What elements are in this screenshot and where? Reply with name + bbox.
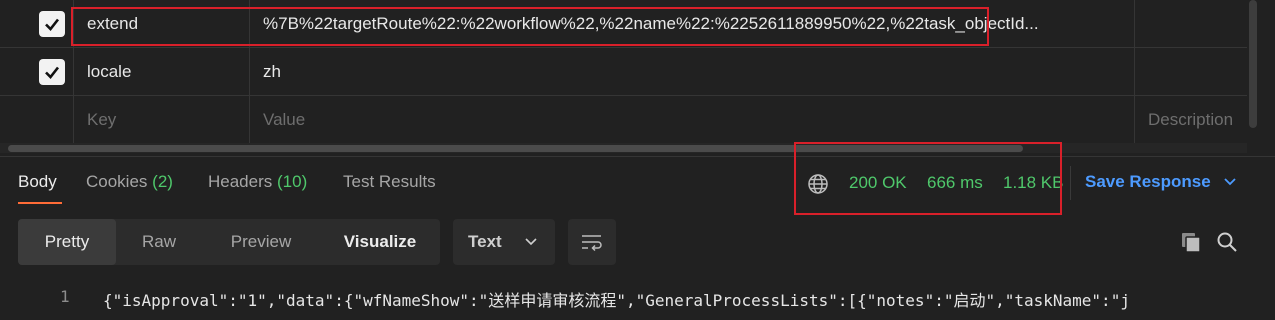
param-key[interactable]: extend (74, 0, 250, 47)
format-select[interactable]: Text (453, 219, 555, 265)
search-icon[interactable] (1214, 229, 1240, 255)
checkbox-cell (0, 96, 74, 144)
view-pretty[interactable]: Pretty (18, 219, 116, 265)
checkmark-icon (45, 66, 60, 79)
save-response-label: Save Response (1085, 172, 1211, 191)
param-value[interactable]: zh (250, 48, 1135, 95)
view-visualize[interactable]: Visualize (320, 219, 440, 265)
copy-icon[interactable] (1178, 229, 1204, 255)
tab-label: Body (18, 172, 57, 191)
tab-count: (2) (152, 172, 173, 191)
checkbox-cell (0, 0, 74, 47)
code-line-text[interactable]: {"isApproval":"1","data":{"wfNameShow":"… (103, 287, 1130, 311)
chevron-down-icon (525, 238, 537, 246)
tab-label: Test Results (343, 172, 436, 191)
param-row-extend: extend %7B%22targetRoute%22:%22workflow%… (0, 0, 1247, 48)
response-body-code[interactable]: 1 {"isApproval":"1","data":{"wfNameShow"… (0, 283, 1275, 313)
tab-cookies[interactable]: Cookies (2) (86, 172, 173, 192)
param-value[interactable]: %7B%22targetRoute%22:%22workflow%22,%22n… (250, 0, 1135, 47)
response-size[interactable]: 1.18 KB (1003, 173, 1064, 193)
view-preview[interactable]: Preview (202, 219, 320, 265)
active-tab-indicator (18, 202, 62, 204)
vertical-scrollbar[interactable] (1249, 0, 1257, 128)
response-time[interactable]: 666 ms (927, 173, 983, 193)
param-checkbox-locale[interactable] (39, 59, 65, 85)
divider (0, 156, 1275, 157)
wrap-lines-button[interactable] (568, 219, 616, 265)
description-placeholder[interactable]: Description (1135, 96, 1247, 144)
line-number: 1 (60, 287, 70, 306)
tab-test-results[interactable]: Test Results (343, 172, 436, 192)
param-row-empty: Key Value Description (0, 96, 1247, 144)
chevron-down-icon (1224, 178, 1237, 186)
param-key[interactable]: locale (74, 48, 250, 95)
view-raw[interactable]: Raw (116, 219, 202, 265)
status-code[interactable]: 200 OK (849, 173, 907, 193)
tab-headers[interactable]: Headers (10) (208, 172, 307, 192)
checkbox-cell (0, 48, 74, 95)
view-mode-selector: Pretty Raw Preview Visualize (18, 219, 440, 265)
tab-count: (10) (277, 172, 308, 191)
param-description[interactable] (1135, 0, 1247, 47)
value-placeholder[interactable]: Value (250, 96, 1135, 144)
tab-label: Headers (208, 172, 273, 191)
wrap-icon (582, 235, 602, 252)
format-selected: Text (468, 232, 502, 251)
save-response-button[interactable]: Save Response (1085, 172, 1237, 192)
param-row-locale: locale zh (0, 48, 1247, 96)
key-placeholder[interactable]: Key (74, 96, 250, 144)
horizontal-scrollbar[interactable] (8, 145, 1023, 152)
checkmark-icon (45, 18, 60, 31)
globe-icon[interactable] (806, 172, 830, 196)
tab-body[interactable]: Body (18, 172, 57, 192)
param-checkbox-extend[interactable] (39, 11, 65, 37)
separator (1070, 166, 1071, 200)
tab-label: Cookies (86, 172, 148, 191)
param-description[interactable] (1135, 48, 1247, 95)
